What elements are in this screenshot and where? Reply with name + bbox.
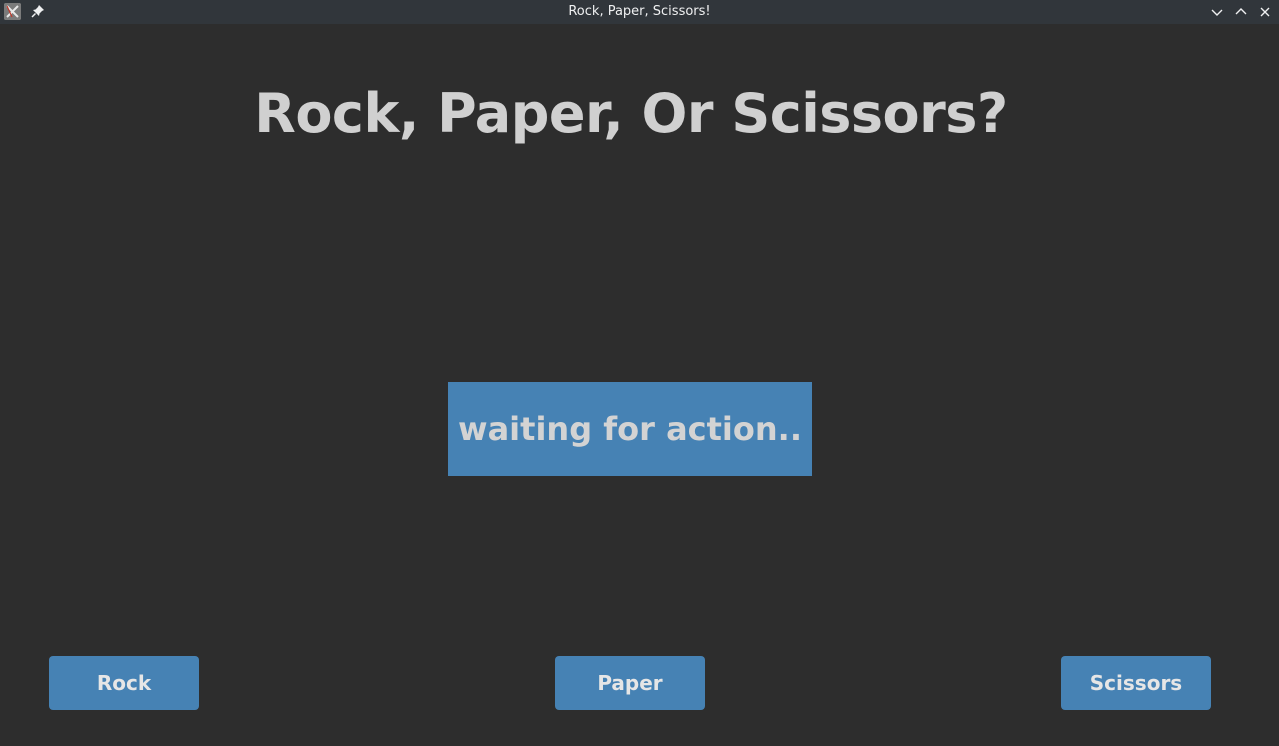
- app-window: Rock, Paper, Scissors! Rock, Paper, Or S…: [0, 0, 1279, 746]
- status-label: waiting for action..: [448, 382, 812, 476]
- page-title: Rock, Paper, Or Scissors?: [254, 82, 1008, 145]
- scissors-button-label: Scissors: [1089, 671, 1183, 695]
- rock-button[interactable]: Rock: [49, 656, 199, 710]
- chevron-down-icon[interactable]: [1209, 4, 1225, 20]
- rock-button-label: Rock: [96, 671, 152, 695]
- app-icon[interactable]: [4, 3, 21, 20]
- title-bar[interactable]: Rock, Paper, Scissors!: [0, 0, 1279, 24]
- paper-button[interactable]: Paper: [555, 656, 705, 710]
- window-title: Rock, Paper, Scissors!: [568, 4, 711, 19]
- close-icon[interactable]: [1257, 4, 1273, 20]
- paper-button-label: Paper: [597, 671, 663, 695]
- scissors-button[interactable]: Scissors: [1061, 656, 1211, 710]
- chevron-up-icon[interactable]: [1233, 4, 1249, 20]
- status-text: waiting for action..: [458, 410, 802, 448]
- pin-icon[interactable]: [31, 4, 45, 18]
